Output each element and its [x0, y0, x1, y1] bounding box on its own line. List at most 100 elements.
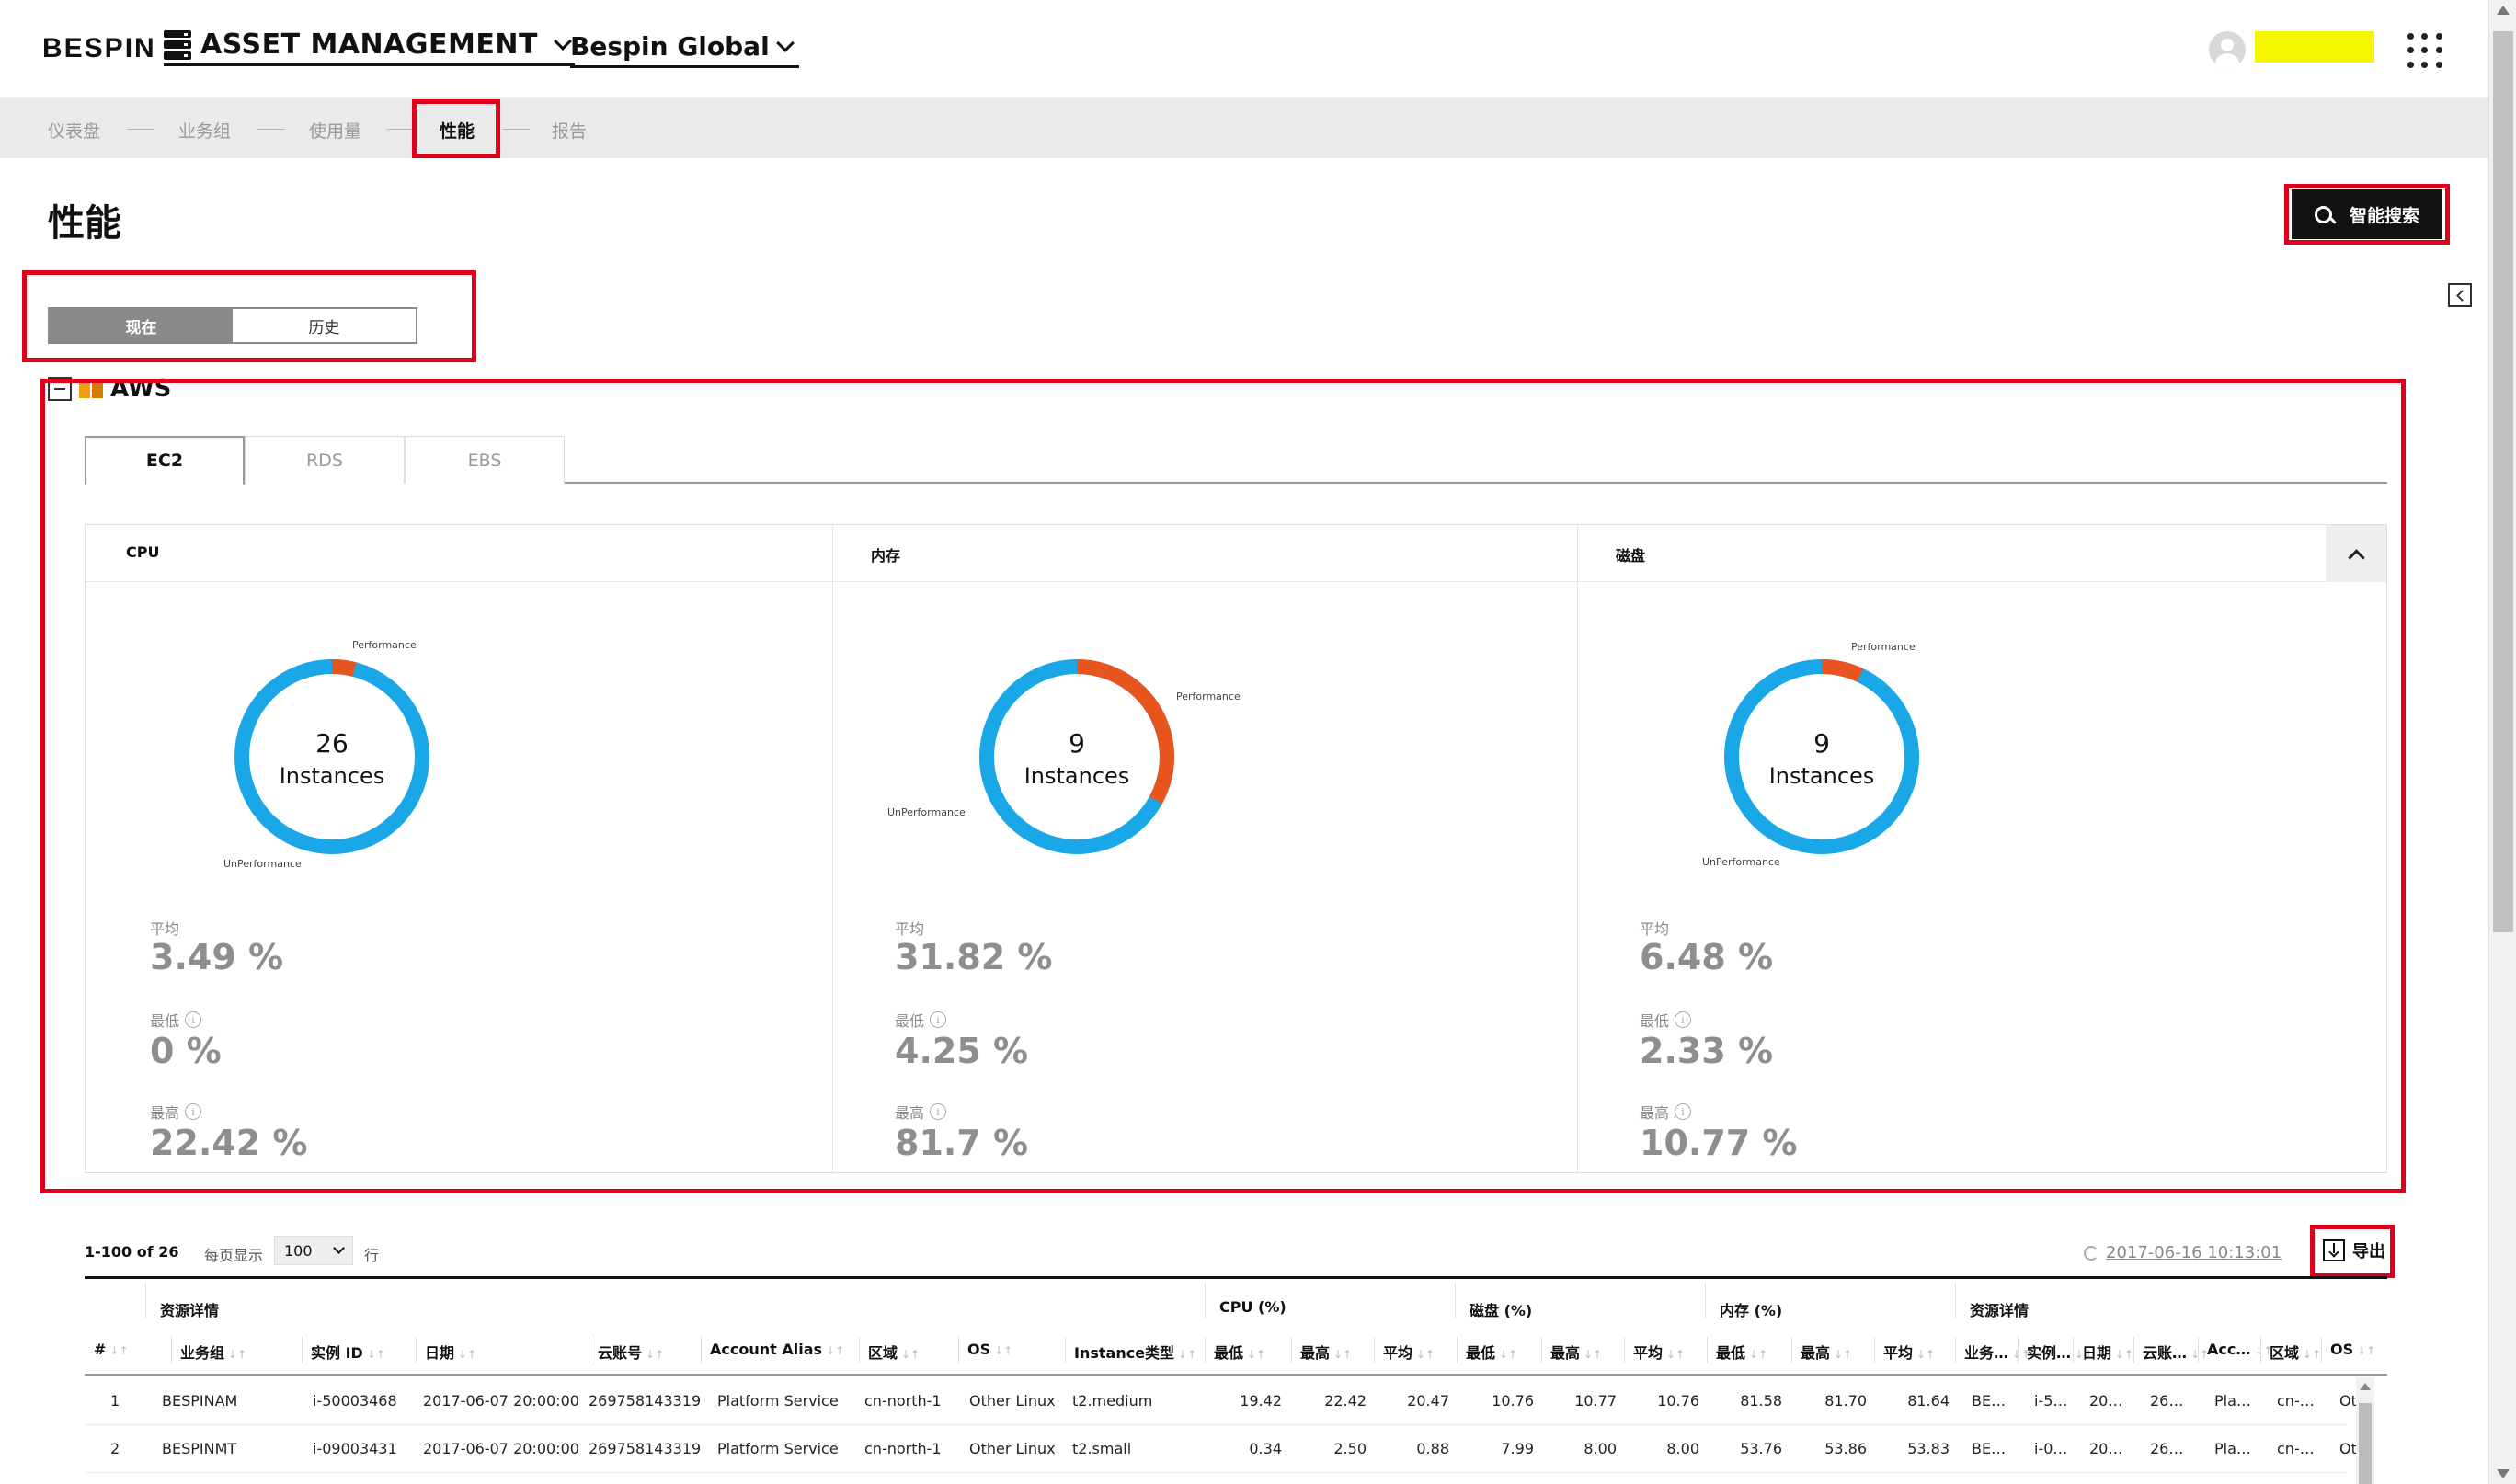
page-scrollbar[interactable] — [2488, 0, 2516, 1484]
highlight-metrics-section — [40, 379, 2406, 1193]
user-avatar-icon[interactable] — [2209, 31, 2246, 68]
app-name: ASSET MANAGEMENT — [200, 29, 538, 61]
table-cell: Other Linux — [969, 1440, 1056, 1457]
table-cell: 10.76 — [1492, 1392, 1534, 1410]
sort-icon[interactable]: ↓↑ — [1834, 1348, 1852, 1361]
scroll-up-icon[interactable] — [2360, 1383, 2371, 1390]
column-header[interactable]: Instance类型 ↓↑ — [1074, 1341, 1196, 1363]
table-cell: 53.86 — [1824, 1440, 1867, 1457]
breadcrumb-dashboard[interactable]: 仪表盘 — [48, 118, 100, 143]
table-cell: 53.83 — [1907, 1440, 1950, 1457]
sort-icon[interactable]: ↓↑ — [1333, 1348, 1352, 1361]
sort-icon[interactable]: ↓↑ — [994, 1344, 1012, 1357]
column-header[interactable]: 平均 ↓↑ — [1633, 1341, 1685, 1363]
table-cell: 81.70 — [1824, 1392, 1867, 1410]
column-header[interactable]: 业务… ↓↑ — [1964, 1341, 2030, 1363]
sort-icon[interactable]: ↓↑ — [1666, 1348, 1685, 1361]
sort-icon[interactable]: ↓↑ — [646, 1348, 664, 1361]
sort-icon[interactable]: ↓↑ — [2357, 1344, 2375, 1357]
scrollbar-thumb[interactable] — [2359, 1403, 2372, 1484]
table-cell: 2 — [110, 1440, 120, 1457]
sort-icon[interactable]: ↓↑ — [1416, 1348, 1435, 1361]
sort-icon[interactable]: ↓↑ — [901, 1348, 920, 1361]
user-name-redacted[interactable] — [2255, 31, 2374, 63]
highlight-breadcrumb — [412, 99, 500, 158]
column-header[interactable]: 最高 ↓↑ — [1300, 1341, 1352, 1363]
column-header[interactable]: 云账号 ↓↑ — [598, 1341, 664, 1363]
app-switcher[interactable]: ASSET MANAGEMENT — [164, 26, 575, 66]
sort-icon[interactable]: ↓↑ — [1499, 1348, 1517, 1361]
table-cell: 20… — [2089, 1440, 2123, 1457]
table-cell: BESPINAM — [162, 1392, 238, 1410]
table-row[interactable]: 1 BESPINAM i-50003468 2017-06-07 20:00:00 26… — [85, 1377, 2357, 1425]
table-cell: Pla… — [2214, 1392, 2251, 1410]
column-header[interactable]: 区域 ↓↑ — [2270, 1341, 2321, 1363]
column-header[interactable]: 实例 ID ↓↑ — [311, 1341, 385, 1363]
table-cell: Ot — [2339, 1440, 2357, 1457]
sort-icon[interactable]: ↓↑ — [826, 1344, 844, 1357]
sort-icon[interactable]: ↓↑ — [1749, 1348, 1767, 1361]
table-row[interactable]: 2 BESPINMT i-09003431 2017-06-07 20:00:00 26… — [85, 1425, 2357, 1473]
table-cell: 22.42 — [1324, 1392, 1367, 1410]
chevron-down-icon — [554, 31, 572, 51]
sort-icon[interactable]: ↓↑ — [1247, 1348, 1265, 1361]
sort-icon[interactable]: ↓↑ — [2303, 1348, 2321, 1361]
breadcrumb-report[interactable]: 报告 — [552, 118, 587, 143]
sort-icon[interactable]: ↓↑ — [458, 1348, 476, 1361]
column-header[interactable]: 平均 ↓↑ — [1383, 1341, 1435, 1363]
org-name: Bespin Global — [570, 31, 770, 62]
table-cell: i-09003431 — [313, 1440, 397, 1457]
group-memory: 内存 (%) — [1720, 1302, 1783, 1319]
highlight-smart-search — [2284, 184, 2450, 245]
chevron-down-icon — [775, 33, 795, 52]
column-header[interactable]: 日期 ↓↑ — [425, 1341, 476, 1363]
column-header[interactable]: 日期 ↓↑ — [2082, 1341, 2133, 1363]
sort-icon[interactable]: ↓↑ — [1916, 1348, 1935, 1361]
scrollbar-thumb[interactable] — [2493, 31, 2513, 932]
sort-icon[interactable]: ↓↑ — [109, 1344, 128, 1357]
column-header[interactable]: 业务组 ↓↑ — [180, 1341, 246, 1363]
side-panel-toggle[interactable] — [2448, 283, 2472, 307]
column-header[interactable]: 平均 ↓↑ — [1883, 1341, 1935, 1363]
apps-grid-icon[interactable] — [2407, 33, 2442, 68]
brand-logo[interactable]: BESPIN — [42, 33, 156, 64]
sort-icon[interactable]: ↓↑ — [228, 1348, 246, 1361]
table-cell: Other Linux — [969, 1392, 1056, 1410]
table-cell: 1 — [110, 1392, 120, 1410]
column-header[interactable]: 最低 ↓↑ — [1214, 1341, 1265, 1363]
table-scrollbar[interactable] — [2356, 1377, 2374, 1484]
table-cell: 7.99 — [1501, 1440, 1534, 1457]
sort-icon[interactable]: ↓↑ — [2115, 1348, 2133, 1361]
column-header[interactable]: 云账… ↓↑ — [2143, 1341, 2209, 1363]
table-header-row: # ↓↑ 业务组 ↓↑ 实例 ID ↓↑ 日期 ↓↑ 云账号 ↓↑ Account Alias ↓↑ 区… — [85, 1324, 2387, 1376]
sort-icon[interactable]: ↓↑ — [1584, 1348, 1602, 1361]
column-header[interactable]: OS ↓↑ — [2330, 1341, 2375, 1358]
highlight-export — [2310, 1225, 2395, 1278]
column-header[interactable]: OS ↓↑ — [967, 1341, 1012, 1358]
sort-icon[interactable]: ↓↑ — [367, 1348, 385, 1361]
group-cpu: CPU (%) — [1219, 1298, 1287, 1316]
column-header[interactable]: 区域 ↓↑ — [868, 1341, 920, 1363]
column-header[interactable]: 最低 ↓↑ — [1466, 1341, 1517, 1363]
column-header[interactable]: 最高 ↓↑ — [1550, 1341, 1602, 1363]
org-switcher[interactable]: Bespin Global — [570, 28, 799, 68]
column-header[interactable]: # ↓↑ — [94, 1341, 129, 1358]
scroll-up-icon[interactable] — [2497, 6, 2510, 15]
column-header[interactable]: 最低 ↓↑ — [1716, 1341, 1767, 1363]
table-cell: cn-… — [2277, 1392, 2315, 1410]
chevron-down-icon — [333, 1242, 345, 1254]
table-cell: Platform Service — [717, 1392, 839, 1410]
column-header[interactable]: Account Alias ↓↑ — [710, 1341, 844, 1358]
scroll-down-icon[interactable] — [2497, 1469, 2510, 1478]
column-header[interactable]: Acc… ↓↑ — [2207, 1341, 2272, 1358]
per-page-select[interactable]: 100 — [274, 1236, 353, 1265]
table-cell: 8.00 — [1666, 1440, 1699, 1457]
column-header[interactable]: 最高 ↓↑ — [1801, 1341, 1852, 1363]
refresh-link[interactable]: 2017-06-16 10:13:01 — [2084, 1243, 2282, 1262]
breadcrumb-usage[interactable]: 使用量 — [309, 118, 361, 143]
breadcrumb-business-group[interactable]: 业务组 — [178, 118, 231, 143]
sort-icon[interactable]: ↓↑ — [1178, 1348, 1196, 1361]
chevron-left-icon — [2455, 289, 2468, 302]
highlight-view-toggle — [22, 270, 476, 362]
server-icon — [164, 29, 191, 60]
